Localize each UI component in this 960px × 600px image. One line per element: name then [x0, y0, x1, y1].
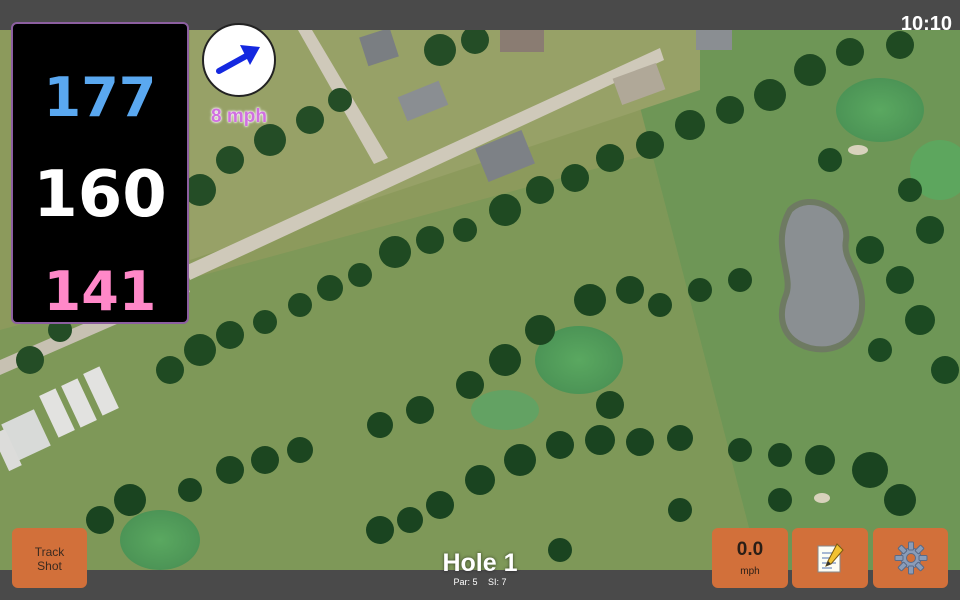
distance-back: 177: [43, 66, 157, 129]
hole-info: Par: 5 SI: 7: [380, 577, 580, 587]
wind-speed-label: 8 mph: [211, 106, 267, 127]
golf-gps-app: 10:10 177 160 141 8 mph Track Shot Hole …: [0, 0, 960, 600]
green: [120, 510, 200, 570]
stroke-index-label: SI: 7: [488, 577, 507, 587]
hole-title: Hole 1: [442, 549, 518, 577]
wind-arrow-icon: [216, 45, 260, 74]
speed-value: 0.0: [736, 539, 764, 560]
distance-panel: 177 160 141: [11, 22, 189, 324]
par-label: Par: 5: [453, 577, 478, 587]
notes-button[interactable]: [792, 528, 868, 588]
bunker: [814, 493, 830, 503]
clock: 10:10: [900, 13, 952, 35]
house: [500, 30, 544, 52]
speed-unit: mph: [740, 566, 760, 577]
settings-button[interactable]: [873, 528, 948, 588]
bunker: [848, 145, 868, 155]
green: [836, 78, 924, 142]
green: [471, 390, 539, 430]
house: [696, 30, 732, 50]
speed-button[interactable]: 0.0 mph: [712, 528, 788, 588]
track-shot-label: Track Shot: [34, 545, 65, 573]
gear-icon: [873, 528, 948, 588]
wind-direction-dial: [202, 23, 276, 97]
distance-middle: 160: [33, 158, 167, 232]
track-shot-button[interactable]: Track Shot: [12, 528, 87, 588]
notepad-icon: [792, 528, 868, 588]
distance-front: 141: [43, 260, 157, 323]
